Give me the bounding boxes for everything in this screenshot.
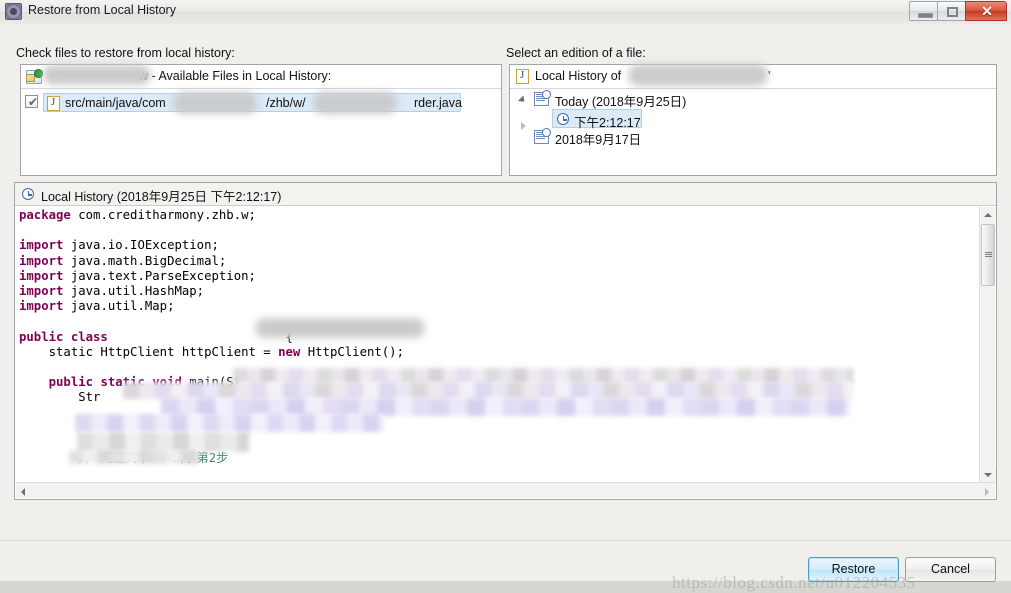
restore-from-local-history-dialog: Restore from Local History ✕ Check files… [0,0,1011,592]
scroll-right-arrow-icon[interactable] [979,483,995,498]
right-panel-label: Select an edition of a file: [506,46,646,60]
vertical-scrollbar-thumb[interactable] [981,224,995,286]
code-horizontal-scrollbar[interactable] [16,482,995,498]
file-path-suffix: rder.java [414,96,462,110]
available-files-header-text: w - Available Files in Local History: [139,69,332,83]
code-preview-panel: Local History (2018年9月25日 下午2:12:17) pac… [14,182,997,500]
tree-item-today[interactable]: Today (2018年9月25日) [555,91,686,110]
scroll-left-arrow-icon[interactable] [16,483,32,498]
close-button[interactable]: ✕ [965,1,1007,21]
footer-divider [0,540,1011,541]
available-files-header: w - Available Files in Local History: [21,65,501,89]
editions-header-text-tail: ' [768,69,771,83]
window-title: Restore from Local History [28,3,176,17]
editions-header: Local History of ' [510,64,996,89]
code-scroll-area[interactable]: package com.creditharmony.zhb.w; import … [15,206,996,499]
left-panel-label: Check files to restore from local histor… [16,46,235,60]
redaction-path-segment-2 [313,92,397,114]
redaction-project-name [43,65,151,85]
window-titlebar: Restore from Local History ✕ [0,0,1011,24]
file-path-prefix: src/main/java/com [65,96,166,110]
maximize-button[interactable] [937,1,966,21]
tree-item-edition-time[interactable]: 下午2:12:17 [552,109,642,130]
watermark-text: https://blog.csdn.net/u012204535 [672,573,916,592]
redaction-file-name [628,64,768,86]
maximize-icon [947,7,958,17]
tree-twisty-earlier[interactable] [521,122,526,130]
redaction-code-line-4 [77,432,249,452]
editions-header-text: Local History of [535,69,622,83]
file-path-middle: /zhb/w/ [266,96,306,110]
redaction-code-line-1 [123,382,853,399]
code-vertical-scrollbar[interactable] [979,207,996,483]
code-preview-header: Local History (2018年9月25日 下午2:12:17) [15,183,996,206]
minimize-button[interactable] [909,1,938,21]
clock-icon [22,188,34,200]
redaction-code-line-5 [69,450,199,464]
dialog-content: Check files to restore from local histor… [0,24,1011,592]
clock-icon [557,113,569,125]
history-date-icon [534,128,551,144]
tree-item-earlier-date[interactable]: 2018年9月17日 [555,129,641,148]
cancel-button[interactable]: Cancel [905,557,996,582]
scroll-down-arrow-icon[interactable] [980,468,996,483]
editions-tree[interactable]: Local History of ' Today (2018年9月25日) 下午… [509,64,997,176]
code-preview-header-text: Local History (2018年9月25日 下午2:12:17) [41,190,282,204]
close-icon: ✕ [981,3,993,19]
available-files-list[interactable]: w - Available Files in Local History: ✔ … [20,64,502,176]
minimize-icon [918,13,933,18]
history-date-icon [534,90,551,106]
redaction-class-name [255,318,425,338]
project-folder-icon [26,69,43,84]
redaction-code-line-3 [75,414,385,432]
java-file-icon [47,96,60,111]
scroll-up-arrow-icon[interactable] [980,207,996,222]
checkmark-icon: ✔ [28,95,39,109]
tree-twisty-today[interactable] [517,95,528,105]
file-checkbox[interactable]: ✔ [25,95,38,108]
java-file-icon [516,69,529,84]
gear-icon [5,3,22,20]
redaction-path-segment-1 [173,92,257,114]
